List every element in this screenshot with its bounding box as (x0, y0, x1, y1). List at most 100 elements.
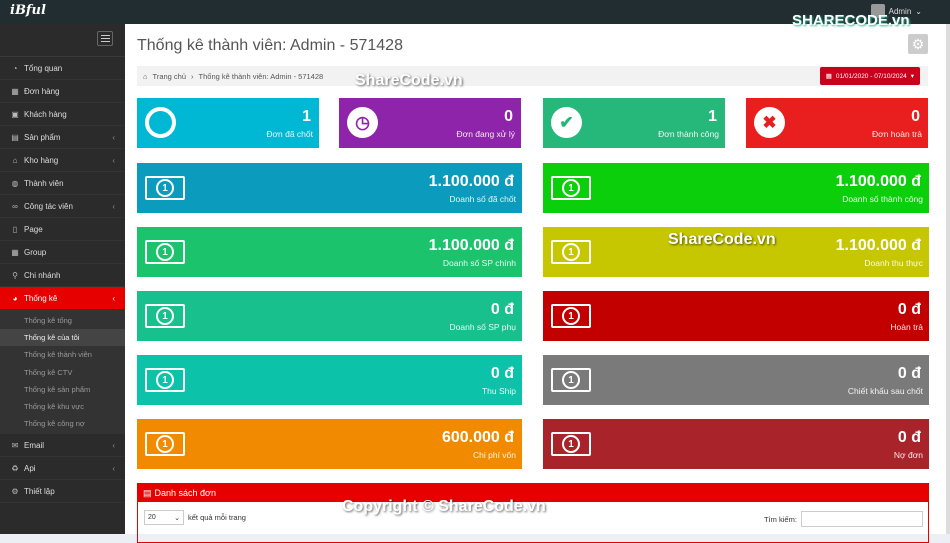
page-title: Thống kê thành viên: Admin - 571428 (137, 37, 403, 54)
sidebar: ◔ Tổng quan ▦ Đơn hàng ▣ Khách hàng ▤ Sản phẩm ‹… (0, 24, 125, 534)
home-icon: ⌂ (12, 155, 18, 165)
page-size-value: 20 (148, 514, 156, 521)
money-card[interactable]: 1 0 đ Thu Ship (137, 355, 522, 405)
calendar-icon: ▦ (825, 73, 832, 80)
date-range-button[interactable]: ▦ 01/01/2020 - 07/10/2024 ▾ (819, 67, 920, 85)
watermark-logo: SHARECODE.vn (792, 12, 910, 29)
sidebar-item-label: Thành viên (24, 178, 64, 188)
piechart-icon: ◕ (12, 293, 18, 303)
stat-label: Đơn hoàn trả (872, 129, 922, 139)
money-bill-icon: 1 (145, 368, 185, 392)
sidebar-item-label: Khách hàng (24, 109, 67, 119)
sidebar-item-chi-nhánh[interactable]: ⚲ Chi nhánh (0, 264, 125, 287)
money-label: Hoàn trả (890, 322, 923, 332)
submenu-item[interactable]: Thống kê công nợ (0, 415, 125, 432)
money-value: 1.100.000 đ (835, 173, 921, 190)
money-bill-icon: 1 (145, 176, 185, 200)
search-input[interactable] (801, 511, 923, 527)
menu-toggle-button[interactable] (97, 31, 113, 46)
money-card[interactable]: 1 0 đ Nợ đơn (543, 419, 929, 469)
money-value: 0 đ (897, 365, 921, 382)
sidebar-item-label: Công tác viên (24, 201, 73, 211)
sidebar-item-email[interactable]: ✉ Email ‹ (0, 434, 125, 458)
sidebar-item-kho-hàng[interactable]: ⌂ Kho hàng ‹ (0, 149, 125, 172)
main-content: Thống kê thành viên: Admin - 571428 ⚙ ⌂ … (125, 24, 950, 543)
money-card[interactable]: 1 0 đ Chiết khấu sau chốt (543, 355, 929, 405)
money-label: Doanh số thành công (842, 194, 923, 204)
submenu-item[interactable]: Thống kê tổng (0, 312, 125, 329)
stat-card[interactable]: ◷ 0 Đơn đang xử lý (339, 98, 521, 148)
money-value: 600.000 đ (441, 429, 514, 446)
sidebar-item-sản-phẩm[interactable]: ▤ Sản phẩm ‹ (0, 126, 125, 149)
money-card[interactable]: 1 0 đ Hoàn trả (543, 291, 929, 341)
submenu-item[interactable]: Thống kê thành viên (0, 346, 125, 363)
submenu-item[interactable]: Thống kê CTV (0, 364, 125, 381)
money-bill-icon: 1 (551, 176, 591, 200)
page-size-select[interactable]: 20 ⌄ (144, 510, 184, 525)
users-icon: ◍ (11, 178, 19, 188)
money-value: 0 đ (490, 365, 514, 382)
money-bill-icon: 1 (145, 240, 185, 264)
sidebar-toolbar (0, 24, 125, 57)
money-card[interactable]: 1 1.100.000 đ Doanh số thành công (543, 163, 929, 213)
sidebar-item-label: Sản phẩm (24, 132, 61, 142)
sidebar-item-page[interactable]: ▯ Page (0, 218, 125, 241)
gear-icon: ⚙ (11, 486, 19, 496)
sidebar-item-thành-viên[interactable]: ◍ Thành viên (0, 172, 125, 195)
gear-icon[interactable]: ⚙ (908, 34, 928, 54)
recycle-icon: ♻ (11, 463, 19, 473)
page-size-label: kết quả mỗi trang (188, 513, 246, 522)
money-card[interactable]: 1 1.100.000 đ Doanh số SP chính (137, 227, 522, 277)
cubes-icon: ▤ (11, 132, 19, 142)
sidebar-item-tổng-quan[interactable]: ◔ Tổng quan (0, 57, 125, 80)
sidebar-item-công-tác-viên[interactable]: ∞ Công tác viên ‹ (0, 195, 125, 218)
caret-down-icon: ▾ (910, 73, 914, 80)
sidebar-item-label: Group (24, 247, 47, 257)
sidebar-item-label: Api (24, 463, 36, 473)
scrollbar[interactable] (946, 24, 950, 534)
money-value: 0 đ (897, 429, 921, 446)
stat-card[interactable]: ✔ 1 Đơn thành công (543, 98, 725, 148)
submenu-statistics: Thống kê tổng Thống kê của tôi Thống kê th… (0, 310, 125, 435)
stat-value: 1 (708, 108, 717, 125)
chevron-right-icon: › (191, 71, 194, 81)
sidebar-item-label: Thống kê (24, 293, 58, 303)
sidebar-item-đơn-hàng[interactable]: ▦ Đơn hàng (0, 80, 125, 103)
stat-card[interactable]: ✖ 0 Đơn hoàn trả (746, 98, 928, 148)
money-card[interactable]: 1 1.100.000 đ Doanh số đã chốt (137, 163, 522, 213)
stat-card[interactable]: 1 Đơn đã chốt (137, 98, 319, 148)
money-card[interactable]: 1 0 đ Doanh số SP phụ (137, 291, 522, 341)
email-icon: ✉ (11, 440, 19, 450)
breadcrumb: ⌂ Trang chủ › Thống kê thành viên: Admin… (137, 66, 928, 86)
sidebar-item-group[interactable]: ▦ Group (0, 241, 125, 264)
chevron-left-icon: ‹ (112, 293, 115, 303)
app-logo[interactable]: iBful (10, 3, 46, 18)
times-icon: ✖ (754, 107, 785, 138)
search-label: Tìm kiếm: (764, 515, 797, 524)
check-icon: ✔ (551, 107, 582, 138)
chevron-left-icon: ‹ (112, 132, 115, 142)
sidebar-item-api[interactable]: ♻ Api ‹ (0, 457, 125, 481)
watermark-site-2: ShareCode.vn (668, 231, 776, 248)
money-value: 0 đ (490, 301, 514, 318)
sidebar-item-label: Email (24, 440, 45, 450)
sidebar-item-thống-kê[interactable]: ◕ Thống kê ‹ (0, 287, 125, 310)
stat-value: 0 (911, 108, 920, 125)
money-card[interactable]: 1 600.000 đ Chi phí vốn (137, 419, 522, 469)
money-bill-icon: 1 (145, 304, 185, 328)
watermark-copyright: Copyright © ShareCode.vn (342, 498, 546, 515)
stat-label: Đơn đang xử lý (456, 129, 515, 139)
money-value: 1.100.000 đ (428, 237, 514, 254)
submenu-item[interactable]: Thống kê sản phẩm (0, 381, 125, 398)
breadcrumb-home[interactable]: Trang chủ (153, 72, 187, 81)
submenu-item[interactable]: Thống kê của tôi (0, 329, 125, 347)
submenu-item[interactable]: Thống kê khu vực (0, 398, 125, 415)
stat-value: 0 (504, 108, 513, 125)
sidebar-item-thiết-lập[interactable]: ⚙ Thiết lập (0, 480, 125, 504)
money-label: Nợ đơn (893, 450, 923, 460)
stat-label: Đơn đã chốt (266, 129, 313, 139)
sidebar-item-label: Tổng quan (24, 63, 63, 73)
stat-label: Đơn thành công (658, 129, 719, 139)
money-value: 1.100.000 đ (428, 173, 514, 190)
sidebar-item-khách-hàng[interactable]: ▣ Khách hàng (0, 103, 125, 126)
